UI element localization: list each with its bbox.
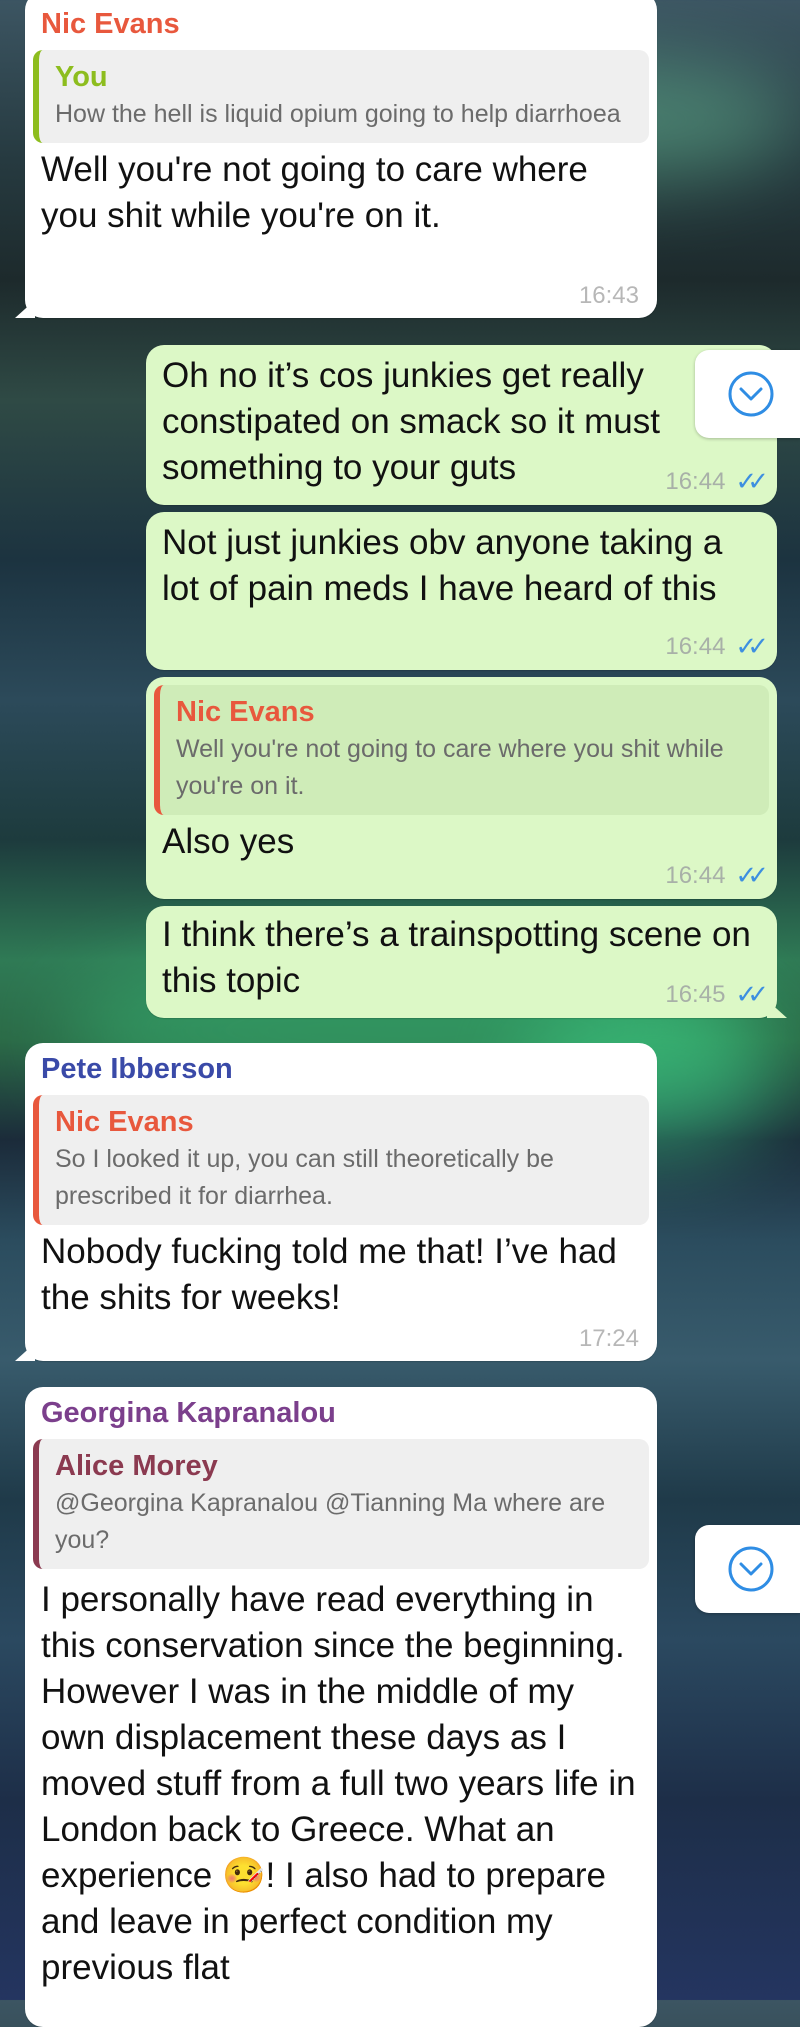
message-bubble[interactable]: Nic Evans You How the hell is liquid opi… [15, 0, 657, 318]
reply-quote[interactable]: You How the hell is liquid opium going t… [33, 50, 649, 143]
message-bubble[interactable]: Georgina Kapranalou Alice Morey @Georgin… [25, 1387, 657, 2027]
message-bubble[interactable]: Not just junkies obv anyone taking a lot… [146, 512, 777, 670]
quote-author: You [55, 61, 108, 93]
message-bubble[interactable]: Nic Evans Well you're not going to care … [146, 677, 777, 899]
sender-name: Georgina Kapranalou [41, 1397, 336, 1429]
message-text: Also yes [162, 822, 295, 861]
quote-author: Nic Evans [55, 1106, 194, 1138]
sender-name: Nic Evans [41, 8, 180, 40]
chevron-down-circle-icon [728, 1546, 774, 1592]
message-time: 16:44 ✓✓ [665, 860, 768, 890]
scroll-down-button[interactable] [695, 1525, 800, 1613]
message-text: I personally have read everything in thi… [41, 1580, 636, 1987]
reply-quote[interactable]: Nic Evans So I looked it up, you can sti… [33, 1095, 649, 1225]
double-check-icon: ✓✓ [735, 860, 768, 890]
message-time: 17:24 [578, 1325, 639, 1352]
message-time: 16:44 ✓✓ [665, 631, 768, 661]
quote-author: Nic Evans [176, 696, 315, 728]
message-text: Well you're not going to care where you … [41, 150, 588, 235]
sender-name: Pete Ibberson [41, 1053, 233, 1085]
quote-text: So I looked it up, you can still theoret… [55, 1145, 554, 1210]
double-check-icon: ✓✓ [735, 466, 768, 496]
chevron-down-circle-icon [728, 371, 774, 417]
quote-text: Well you're not going to care where you … [176, 735, 724, 800]
quote-text: How the hell is liquid opium going to he… [55, 100, 621, 128]
double-check-icon: ✓✓ [735, 631, 768, 661]
message-bubble[interactable]: I think there’s a trainspotting scene on… [146, 906, 787, 1018]
message-text: Not just junkies obv anyone taking a lot… [162, 523, 723, 608]
double-check-icon: ✓✓ [735, 979, 768, 1009]
message-time: 16:43 [578, 282, 639, 309]
reply-quote[interactable]: Alice Morey @Georgina Kapranalou @Tianni… [33, 1439, 649, 1569]
message-time: 16:44 ✓✓ [665, 466, 768, 496]
message-bubble[interactable]: Oh no it’s cos junkies get really consti… [146, 345, 777, 505]
message-text: Nobody fucking told me that! I’ve had th… [41, 1232, 617, 1317]
reply-quote[interactable]: Nic Evans Well you're not going to care … [154, 685, 769, 815]
quote-text: @Georgina Kapranalou @Tianning Ma where … [55, 1489, 606, 1554]
message-time: 16:45 ✓✓ [665, 979, 768, 1009]
message-bubble[interactable]: Pete Ibberson Nic Evans So I looked it u… [15, 1043, 657, 1361]
quote-author: Alice Morey [55, 1450, 218, 1482]
scroll-down-button[interactable] [695, 350, 800, 438]
